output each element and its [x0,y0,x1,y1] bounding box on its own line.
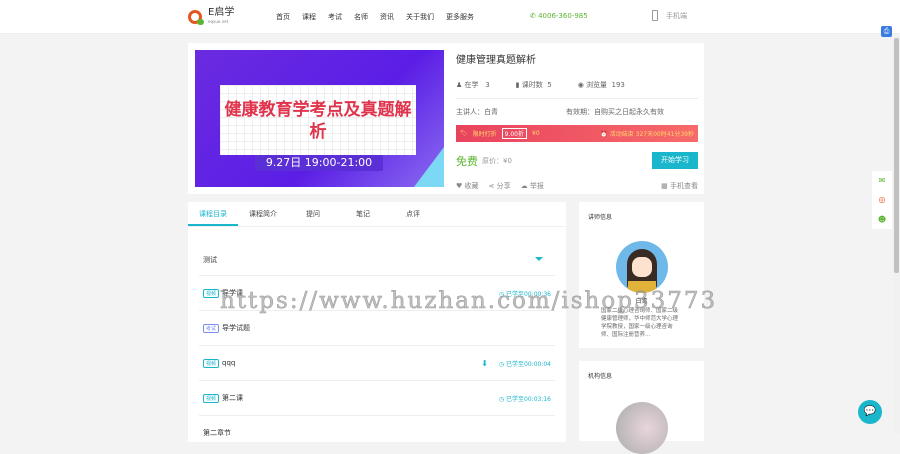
logo-sub: eqxue.net [208,19,229,24]
lesson-tag: 视频 [203,288,220,298]
original-price: 原价：¥0 [482,156,512,165]
lesson-progress: ◷ 已学至00:00:36 [498,290,551,298]
lesson-title: qqq [222,359,236,367]
course-summary: 健康教育学考点及真题解析 9.27日 19:00-21:00 健康管理真题解析 … [188,43,704,194]
scrollbar[interactable] [893,36,900,434]
lesson-tag: 视频 [203,358,220,368]
phone-number: 4006-360-985 [538,12,588,20]
stat-views: ◉ 浏览量 193 [577,81,625,89]
lesson-progress: ◷ 已学至00:03:16 [498,395,551,403]
promo-discount: 9.00折 [501,128,528,139]
lesson-title: 导学课 [222,289,244,297]
mobile-link[interactable]: 手机端 [652,10,687,21]
teacher-card: 讲师信息 白青 国家二级心理咨询师、国家二级健康管理师，华中师范大学心理学院教授… [579,202,704,348]
phone-icon: ✆ [530,12,539,20]
stat-learners: ♟ 在学 3 [456,81,490,89]
validity: 有效期：自购买之日起永久有效 [566,108,664,116]
print-icon[interactable]: ⎙ [881,26,892,37]
nav-exams[interactable]: 考试 [328,12,342,22]
lesson-item[interactable]: 视频 导学课 ◷ 已学至00:00:36 [199,276,555,311]
share-button[interactable]: ⋖ 分享 [489,181,511,191]
tab-reviews[interactable]: 点评 [388,202,438,226]
tab-notes[interactable]: 笔记 [338,202,388,226]
chat-button[interactable]: 💬 [858,400,882,424]
eye-icon: ◉ [577,81,584,89]
lesson-title: 第二课 [222,394,244,402]
scrollbar-thumb[interactable] [894,38,899,273]
start-learning-button[interactable]: 开始学习 [652,152,698,169]
course-content: 课程目录 课程简介 提问 笔记 点评 测试 视频 导学课 ◷ 已学至00:00:36… [188,202,566,442]
teacher-desc: 国家二级心理咨询师、国家二级健康管理师，华中师范大学心理学院教授，国家一级心理咨… [601,308,679,338]
lesson-item[interactable]: 考试 导学试题 [199,311,555,346]
lesson-progress: ◷ 已学至00:00:04 [498,360,551,368]
course-banner: 健康教育学考点及真题解析 9.27日 19:00-21:00 [195,50,444,187]
section-title: 测试 [203,256,217,264]
favorite-button[interactable]: ♥ 收藏 [456,181,479,191]
section-header[interactable]: 测试 [199,255,555,276]
course-title: 健康管理真题解析 [456,55,536,66]
banner-title: 健康教育学考点及真题解析 [224,100,412,142]
nav-courses[interactable]: 课程 [302,12,316,22]
org-image[interactable] [615,402,668,454]
logo-icon [188,10,204,25]
stat-lessons: ▮ 课时数 5 [515,81,552,89]
tab-catalog[interactable]: 课程目录 [188,202,238,226]
nav-about[interactable]: 关于我们 [406,12,434,22]
report-button[interactable]: ☁ 举报 [521,181,544,191]
lesson-tag: 考试 [203,323,220,333]
weibo-icon[interactable]: ◎ [879,195,886,204]
message-icon[interactable]: ✉ [879,176,886,185]
lesson-item[interactable]: 视频 第二课 ◷ 已学至00:03:16 [199,381,555,416]
price-free: 免费 [456,154,478,168]
tab-intro[interactable]: 课程简介 [238,202,288,226]
banner-date: 9.27日 19:00-21:00 [255,155,383,171]
promo-price: ¥0 [532,130,540,137]
nav-more[interactable]: 更多服务 [446,12,474,22]
teacher-avatar[interactable] [615,241,668,293]
promo-bar: 🏷 限时打折 9.00折 ¥0 ⏰ 活动结束 327天00时41分39秒 [456,125,698,142]
mobile-icon [652,10,658,21]
user-icon: ♟ [456,81,463,89]
tab-questions[interactable]: 提问 [288,202,338,226]
mobile-view-button[interactable]: ▦ 手机查看 [661,181,698,191]
lesson-tag: 视频 [203,393,220,403]
nav-teachers[interactable]: 名师 [354,12,368,22]
download-icon[interactable]: ⬇ [481,359,488,368]
caret-down-icon[interactable] [535,257,543,261]
org-card: 机构信息 [579,361,704,454]
org-card-title: 机构信息 [588,373,613,380]
mobile-label: 手机端 [666,11,687,20]
nav-home[interactable]: 首页 [276,12,290,22]
promo-label: 限时打折 [472,131,497,138]
logo[interactable]: E启学 eqxue.net [188,8,234,26]
lecturer: 主讲人：白青 [456,108,498,116]
lesson-title: 导学试题 [222,324,251,332]
promo-countdown: ⏰ 活动结束 327天00时41分39秒 [600,131,694,138]
float-toolbar: ✉ ◎ ☻ [872,171,892,229]
teacher-card-title: 讲师信息 [588,214,613,221]
lesson-item[interactable]: 视频 qqq ⬇ ◷ 已学至00:00:04 [199,346,555,381]
main-nav: 首页 课程 考试 名师 资讯 关于我们 更多服务 [276,12,474,22]
next-section-title[interactable]: 第二章节 [203,428,551,438]
wechat-icon[interactable]: ☻ [878,215,886,224]
book-icon: ▮ [515,81,520,89]
hotline: ✆ 4006-360-985 [530,12,588,20]
teacher-name: 白青 [635,298,648,305]
header: E启学 eqxue.net 首页 课程 考试 名师 资讯 关于我们 更多服务 ✆ … [0,0,900,34]
nav-news[interactable]: 资讯 [380,12,394,22]
tag-icon: 🏷 [460,130,468,137]
